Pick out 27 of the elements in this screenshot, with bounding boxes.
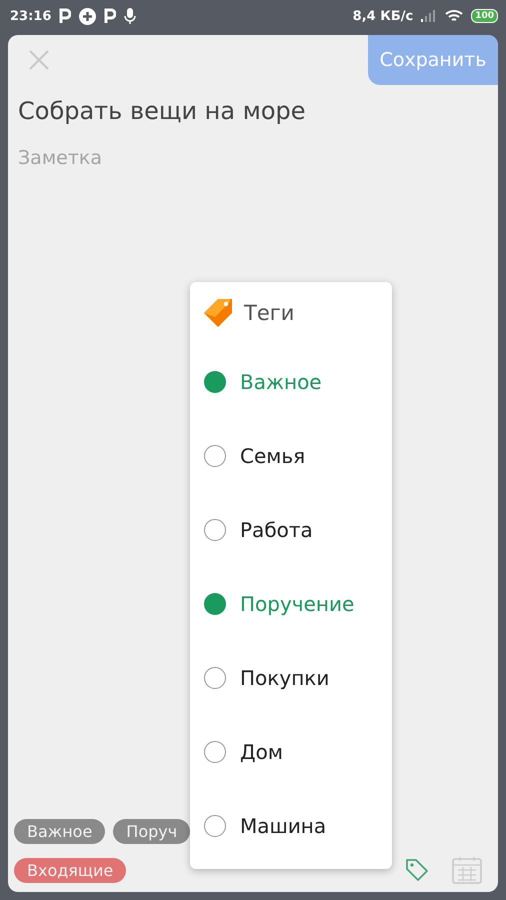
signal-icon xyxy=(421,10,438,22)
parking-icon xyxy=(59,8,72,24)
tag-option[interactable]: Покупки xyxy=(240,666,330,690)
battery-level: 100 xyxy=(471,9,498,23)
tag-icon[interactable] xyxy=(404,857,430,883)
title-field[interactable]: Собрать вещи на море xyxy=(18,97,488,125)
radio-button[interactable] xyxy=(204,593,226,615)
radio-button[interactable] xyxy=(204,815,226,837)
tag-option[interactable]: Машина xyxy=(240,814,326,838)
tag-option[interactable]: Работа xyxy=(240,518,313,542)
tag-option[interactable]: Дом xyxy=(240,740,283,764)
status-time: 23:16 xyxy=(10,8,52,24)
radio-button[interactable] xyxy=(204,741,226,763)
tag-option[interactable]: Важное xyxy=(240,370,322,394)
radio-button[interactable] xyxy=(204,519,226,541)
radio-button[interactable] xyxy=(204,667,226,689)
tag-option[interactable]: Поручение xyxy=(240,592,354,616)
wifi-icon xyxy=(445,9,464,23)
note-field[interactable]: Заметка xyxy=(18,147,488,169)
radio-button[interactable] xyxy=(204,371,226,393)
network-speed: 8,4 КБ/с xyxy=(352,8,414,24)
tag-option[interactable]: Семья xyxy=(240,444,306,468)
microphone-icon xyxy=(124,8,136,24)
radio-button[interactable] xyxy=(204,445,226,467)
menu-title: Теги xyxy=(244,301,294,325)
plus-icon xyxy=(79,8,96,24)
parking-icon xyxy=(104,8,116,24)
